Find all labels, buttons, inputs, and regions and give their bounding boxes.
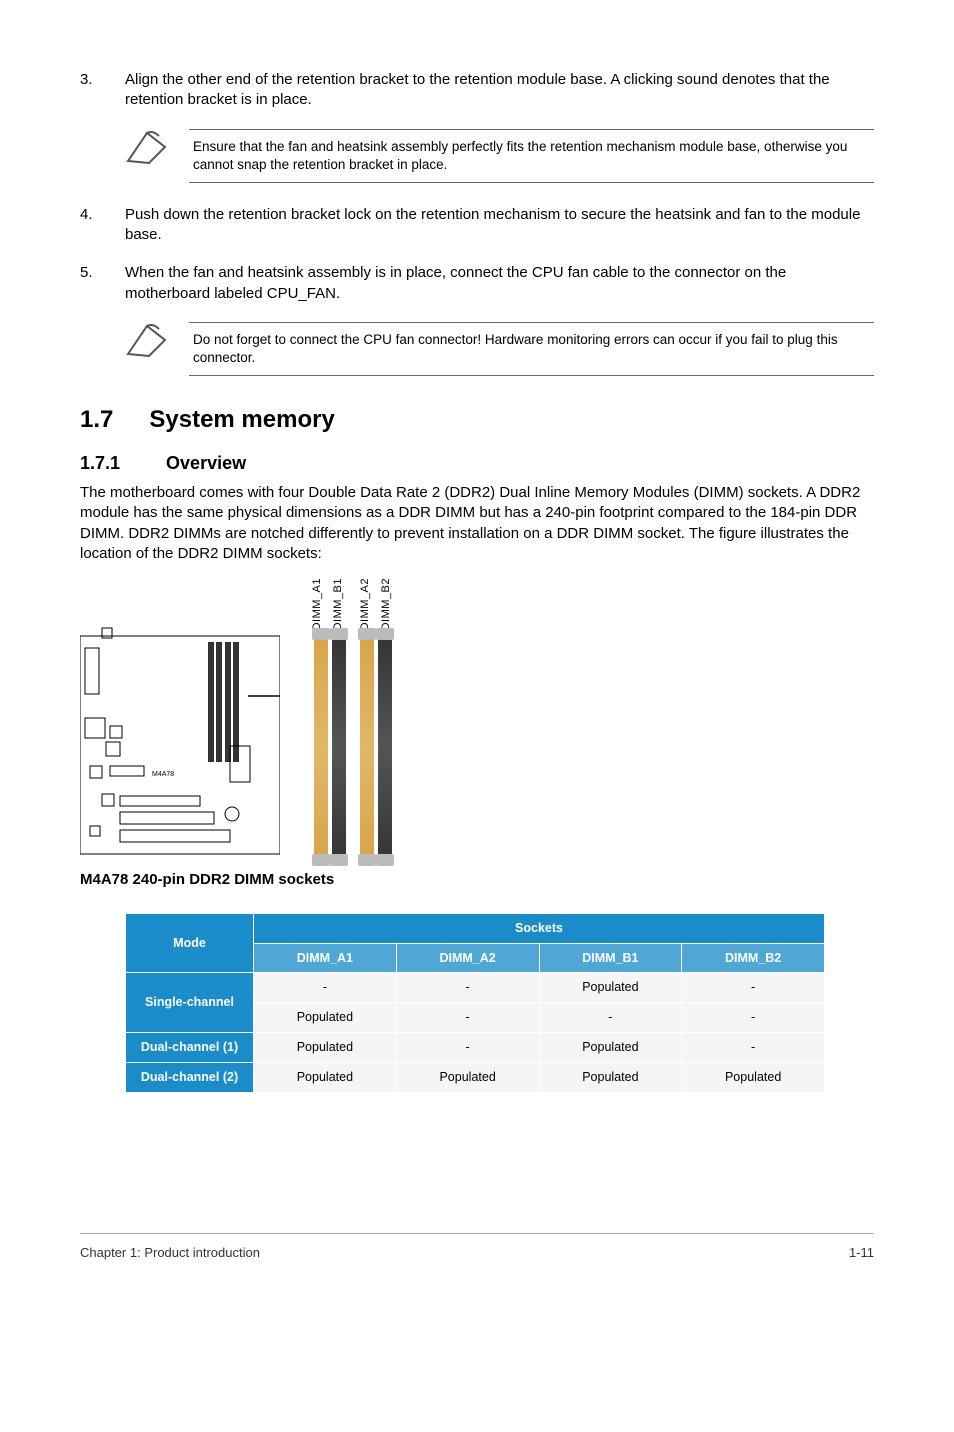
overview-paragraph: The motherboard comes with four Double D… [80,483,874,564]
step-4: 4. Push down the retention bracket lock … [80,205,874,246]
cell: Populated [254,1003,397,1033]
cell: - [682,1033,825,1063]
dimm-slots [314,632,393,862]
step-3-text: Align the other end of the retention bra… [125,70,874,111]
table-row: Dual-channel (1) Populated - Populated - [126,1033,825,1063]
step-5: 5. When the fan and heatsink assembly is… [80,263,874,304]
diagram-caption: M4A78 240-pin DDR2 DIMM sockets [80,870,874,890]
table-row: Dual-channel (2) Populated Populated Pop… [126,1063,825,1093]
cell: Populated [539,1063,682,1093]
cell: Populated [396,1063,539,1093]
step-5-text: When the fan and heatsink assembly is in… [125,263,874,304]
section-heading: 1.7 System memory [80,404,874,436]
dimm-closeup: DIMM_A1 DIMM_B1 DIMM_A2 DIMM_B2 [314,578,393,862]
col-dimm-b2: DIMM_B2 [682,943,825,973]
dimm-label-a1: DIMM_A1 [310,578,325,630]
cell: Populated [254,1033,397,1063]
svg-text:M4A78: M4A78 [152,771,174,778]
section-title: System memory [149,404,334,436]
slot-a2 [360,632,374,862]
dimm-labels-group: DIMM_A1 DIMM_B1 DIMM_A2 DIMM_B2 [310,578,393,630]
slot-b1 [332,632,346,862]
note-2: Do not forget to connect the CPU fan con… [125,322,874,376]
row-dual-channel-1: Dual-channel (1) [126,1033,254,1063]
col-dimm-b1: DIMM_B1 [539,943,682,973]
dimm-diagram: M4A78 DIMM_A1 DIMM_B1 DIMM_A2 DIMM_B2 [80,578,874,862]
step-3-number: 3. [80,70,125,111]
note-2-text: Do not forget to connect the CPU fan con… [189,322,874,376]
cell: Populated [682,1063,825,1093]
step-4-number: 4. [80,205,125,246]
cell: Populated [539,1033,682,1063]
dimm-label-b1: DIMM_B1 [331,578,346,630]
note-icon [125,322,171,358]
motherboard-outline: M4A78 [80,626,280,862]
step-5-number: 5. [80,263,125,304]
section-number: 1.7 [80,404,113,436]
col-dimm-a2: DIMM_A2 [396,943,539,973]
table-row: Single-channel - - Populated - [126,973,825,1003]
cell: - [539,1003,682,1033]
table-mode-header: Mode [126,913,254,973]
note-1: Ensure that the fan and heatsink assembl… [125,129,874,183]
step-3: 3. Align the other end of the retention … [80,70,874,111]
dimm-label-b2: DIMM_B2 [379,578,394,630]
footer-right: 1-11 [849,1244,874,1262]
cell: - [396,1003,539,1033]
table-sockets-header: Sockets [254,913,825,943]
page-footer: Chapter 1: Product introduction 1-11 [80,1233,874,1262]
cell: - [396,973,539,1003]
note-1-text: Ensure that the fan and heatsink assembl… [189,129,874,183]
row-dual-channel-2: Dual-channel (2) [126,1063,254,1093]
memory-config-table: Mode Sockets DIMM_A1 DIMM_A2 DIMM_B1 DIM… [125,913,825,1093]
subsection-heading: 1.7.1 Overview [80,451,874,475]
slot-b2 [378,632,392,862]
cell: Populated [539,973,682,1003]
row-single-channel: Single-channel [126,973,254,1033]
col-dimm-a1: DIMM_A1 [254,943,397,973]
dimm-label-a2: DIMM_A2 [358,578,373,630]
cell: - [396,1033,539,1063]
subsection-number: 1.7.1 [80,451,120,475]
cell: - [682,1003,825,1033]
cell: - [254,973,397,1003]
subsection-title: Overview [166,451,246,475]
step-4-text: Push down the retention bracket lock on … [125,205,874,246]
note-icon [125,129,171,165]
slot-a1 [314,632,328,862]
cell: Populated [254,1063,397,1093]
cell: - [682,973,825,1003]
footer-left: Chapter 1: Product introduction [80,1244,260,1262]
